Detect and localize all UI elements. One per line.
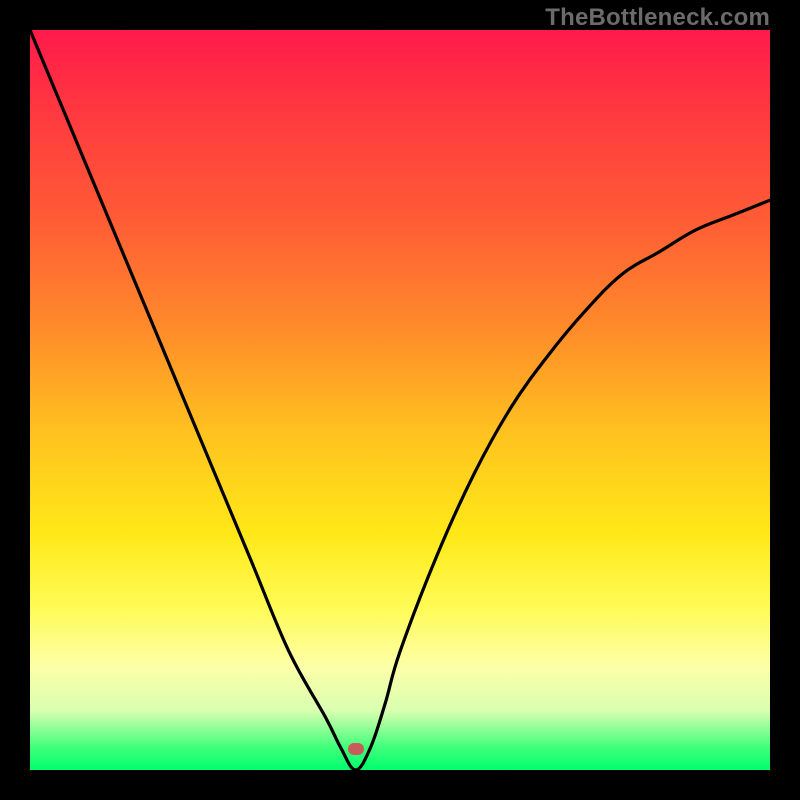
watermark-text: TheBottleneck.com (545, 4, 770, 32)
plot-area (30, 30, 770, 770)
bottleneck-curve (30, 30, 770, 770)
chart-container: TheBottleneck.com (0, 0, 800, 800)
optimum-marker (348, 743, 364, 755)
